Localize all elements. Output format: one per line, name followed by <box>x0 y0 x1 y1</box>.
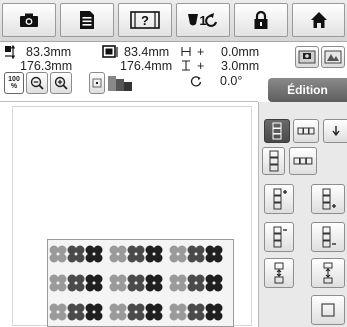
add-repeat-top-icon <box>273 188 287 210</box>
thread-spool-icon <box>107 74 133 92</box>
home-tab[interactable] <box>292 3 345 37</box>
arrow-down-icon <box>331 126 340 137</box>
zoom-out-icon <box>30 76 44 90</box>
preview-image-button[interactable] <box>321 46 345 68</box>
repeat-horizontal-button[interactable] <box>289 147 317 175</box>
spacing-decrease-button[interactable] <box>264 258 294 288</box>
lock-icon <box>254 10 268 29</box>
camera-preview-button[interactable] <box>295 46 319 68</box>
rotation-icon <box>190 76 202 87</box>
preview-image-icon <box>324 50 342 64</box>
remove-repeat-top-icon <box>273 226 287 248</box>
width-value: 83.3mm <box>26 45 72 59</box>
spacing-increase-button[interactable] <box>311 258 345 288</box>
offset-x-sign: + <box>197 45 205 59</box>
edit-button[interactable]: Édition <box>268 78 347 102</box>
remove-top-button[interactable] <box>264 222 294 252</box>
zoom-level-unit: % <box>10 83 18 90</box>
repeat-horizontal-icon <box>293 157 313 165</box>
add-top-button[interactable] <box>264 184 294 214</box>
offset-x-value: 0.0mm <box>221 45 260 59</box>
area-height-value: 176.4mm <box>120 59 173 73</box>
help-label: ? <box>141 13 149 28</box>
add-repeat-bottom-icon <box>322 188 336 210</box>
flower-pattern-image <box>49 245 223 326</box>
repeat-vertical-icon <box>269 150 278 172</box>
embroidery-pattern[interactable] <box>47 239 234 327</box>
help-icon: ? <box>130 11 160 29</box>
rotation-value: 0.0° <box>220 74 243 88</box>
vertical-layout-button[interactable] <box>264 119 290 143</box>
height-value: 176.3mm <box>20 59 73 73</box>
remove-bottom-button[interactable] <box>311 222 345 252</box>
edit-tools-panel <box>258 102 347 327</box>
horizontal-layout-icon <box>297 127 315 135</box>
zoom-in-icon <box>54 76 68 90</box>
zoom-out-button[interactable] <box>26 72 48 94</box>
pattern-size-icon <box>5 45 16 59</box>
move-down-button[interactable] <box>323 119 347 143</box>
embroidery-area-icon <box>102 45 118 58</box>
camera-preview-icon <box>298 50 316 64</box>
vertical-layout-icon <box>272 122 282 140</box>
repeat-vertical-button[interactable] <box>262 147 285 175</box>
stitch-view-button[interactable] <box>89 72 105 94</box>
horizontal-offset-icon <box>181 47 191 56</box>
horizontal-layout-button[interactable] <box>293 119 319 143</box>
camera-icon <box>20 13 38 27</box>
zoom-level-indicator[interactable]: 100 % <box>4 72 24 94</box>
home-icon <box>310 12 327 28</box>
document-tab[interactable] <box>60 3 114 37</box>
area-width-value: 83.4mm <box>124 45 170 59</box>
lock-tab[interactable] <box>234 3 288 37</box>
camera-tab[interactable] <box>2 3 56 37</box>
border-frame-button[interactable] <box>311 295 345 325</box>
zoom-level-value: 100 <box>8 76 20 83</box>
help-tab[interactable]: ? <box>118 3 172 37</box>
needle-tab[interactable]: 1 <box>176 3 230 37</box>
offset-y-value: 3.0mm <box>221 59 260 73</box>
needle-return-icon: 1 <box>188 13 217 28</box>
stitch-point-icon <box>92 78 102 88</box>
top-toolbar: ? 1 <box>0 0 347 42</box>
add-bottom-button[interactable] <box>311 184 345 214</box>
spacing-narrow-icon <box>274 262 284 284</box>
empty-frame-icon <box>321 303 335 317</box>
offset-y-sign: + <box>197 59 205 73</box>
spacing-wide-icon <box>323 262 333 284</box>
zoom-in-button[interactable] <box>50 72 72 94</box>
zoom-level-text: 100 % <box>8 76 20 90</box>
remove-repeat-bottom-icon <box>322 226 336 248</box>
vertical-offset-icon <box>182 60 190 71</box>
document-icon <box>80 11 94 29</box>
